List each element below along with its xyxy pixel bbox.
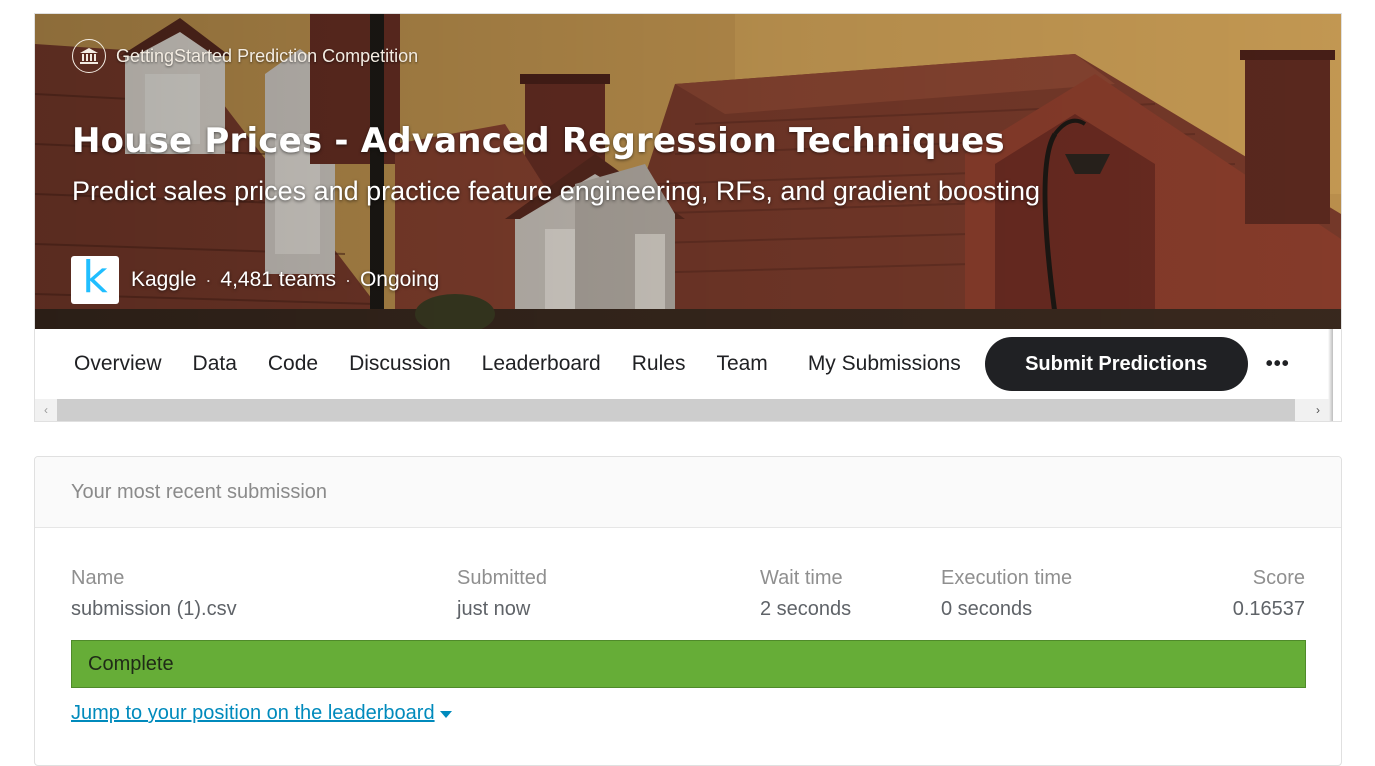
scroll-left-icon[interactable]: ‹ bbox=[35, 399, 57, 421]
separator: · bbox=[344, 269, 351, 290]
column-submitted: Submitted just now bbox=[457, 567, 547, 621]
recent-submission-heading: Your most recent submission bbox=[35, 457, 1341, 528]
team-count: 4,481 teams bbox=[220, 268, 336, 291]
submit-predictions-button[interactable]: Submit Predictions bbox=[984, 337, 1248, 391]
jump-link-label[interactable]: Jump to your position on the leaderboard bbox=[71, 702, 435, 725]
column-header-submitted: Submitted bbox=[457, 567, 548, 589]
status-label: Complete bbox=[88, 652, 174, 675]
tab-my-submissions[interactable]: My Submissions bbox=[808, 352, 961, 376]
competition-banner: GettingStarted Prediction Competition Ho… bbox=[35, 14, 1341, 329]
tab-data[interactable]: Data bbox=[193, 352, 237, 376]
column-wait-time: Wait time 2 seconds bbox=[760, 567, 851, 621]
competition-type: GettingStarted Prediction Competition bbox=[72, 39, 418, 73]
host-info: k Kaggle · 4,481 teams · Ongoing bbox=[71, 256, 439, 304]
column-name: Name submission (1).csv bbox=[71, 567, 237, 621]
tab-overview[interactable]: Overview bbox=[74, 352, 162, 376]
bank-icon bbox=[72, 39, 106, 73]
separator: · bbox=[205, 269, 212, 290]
submission-score: 0.16537 bbox=[1232, 598, 1305, 620]
page-subtitle: Predict sales prices and practice featur… bbox=[72, 176, 1041, 206]
tab-code[interactable]: Code bbox=[268, 352, 318, 376]
caret-down-icon[interactable] bbox=[439, 711, 452, 718]
submission-submitted: just now bbox=[457, 598, 531, 620]
competition-header: GettingStarted Prediction Competition Ho… bbox=[34, 13, 1342, 422]
submission-file-name: submission (1).csv bbox=[71, 598, 237, 620]
column-header-name: Name bbox=[71, 567, 125, 589]
competition-tabs: Overview Data Code Discussion Leaderboar… bbox=[35, 329, 1328, 399]
jump-to-leaderboard-link[interactable]: Jump to your position on the leaderboard bbox=[71, 702, 452, 725]
column-score: Score 0.16537 bbox=[1233, 567, 1305, 621]
tab-leaderboard[interactable]: Leaderboard bbox=[482, 352, 601, 376]
scroll-right-icon[interactable]: › bbox=[1307, 399, 1329, 421]
tab-rules[interactable]: Rules bbox=[632, 352, 686, 376]
column-execution-time: Execution time 0 seconds bbox=[941, 567, 1072, 621]
submission-wait-time: 2 seconds bbox=[760, 598, 852, 620]
column-header-score: Score bbox=[1252, 567, 1305, 589]
competition-type-label: GettingStarted Prediction Competition bbox=[116, 45, 419, 66]
column-header-wait-time: Wait time bbox=[760, 567, 843, 589]
host-name[interactable]: Kaggle bbox=[131, 268, 196, 292]
column-header-execution-time: Execution time bbox=[941, 567, 1073, 589]
competition-status: Ongoing bbox=[359, 268, 440, 291]
tabs-horizontal-scrollbar[interactable]: ‹ › bbox=[35, 399, 1329, 421]
page-title: House Prices - Advanced Regression Techn… bbox=[72, 121, 1005, 161]
tab-team[interactable]: Team bbox=[716, 352, 767, 376]
host-logo-letter: k bbox=[82, 252, 108, 303]
recent-submission-card: Your most recent submission Name submiss… bbox=[34, 456, 1342, 766]
status-badge: Complete bbox=[71, 640, 1306, 688]
submission-execution-time: 0 seconds bbox=[941, 598, 1033, 620]
kaggle-logo-icon[interactable]: k bbox=[71, 256, 119, 304]
tab-discussion[interactable]: Discussion bbox=[349, 352, 451, 376]
scrollbar-thumb[interactable] bbox=[57, 399, 1295, 421]
more-options-icon[interactable]: ••• bbox=[1266, 353, 1290, 376]
